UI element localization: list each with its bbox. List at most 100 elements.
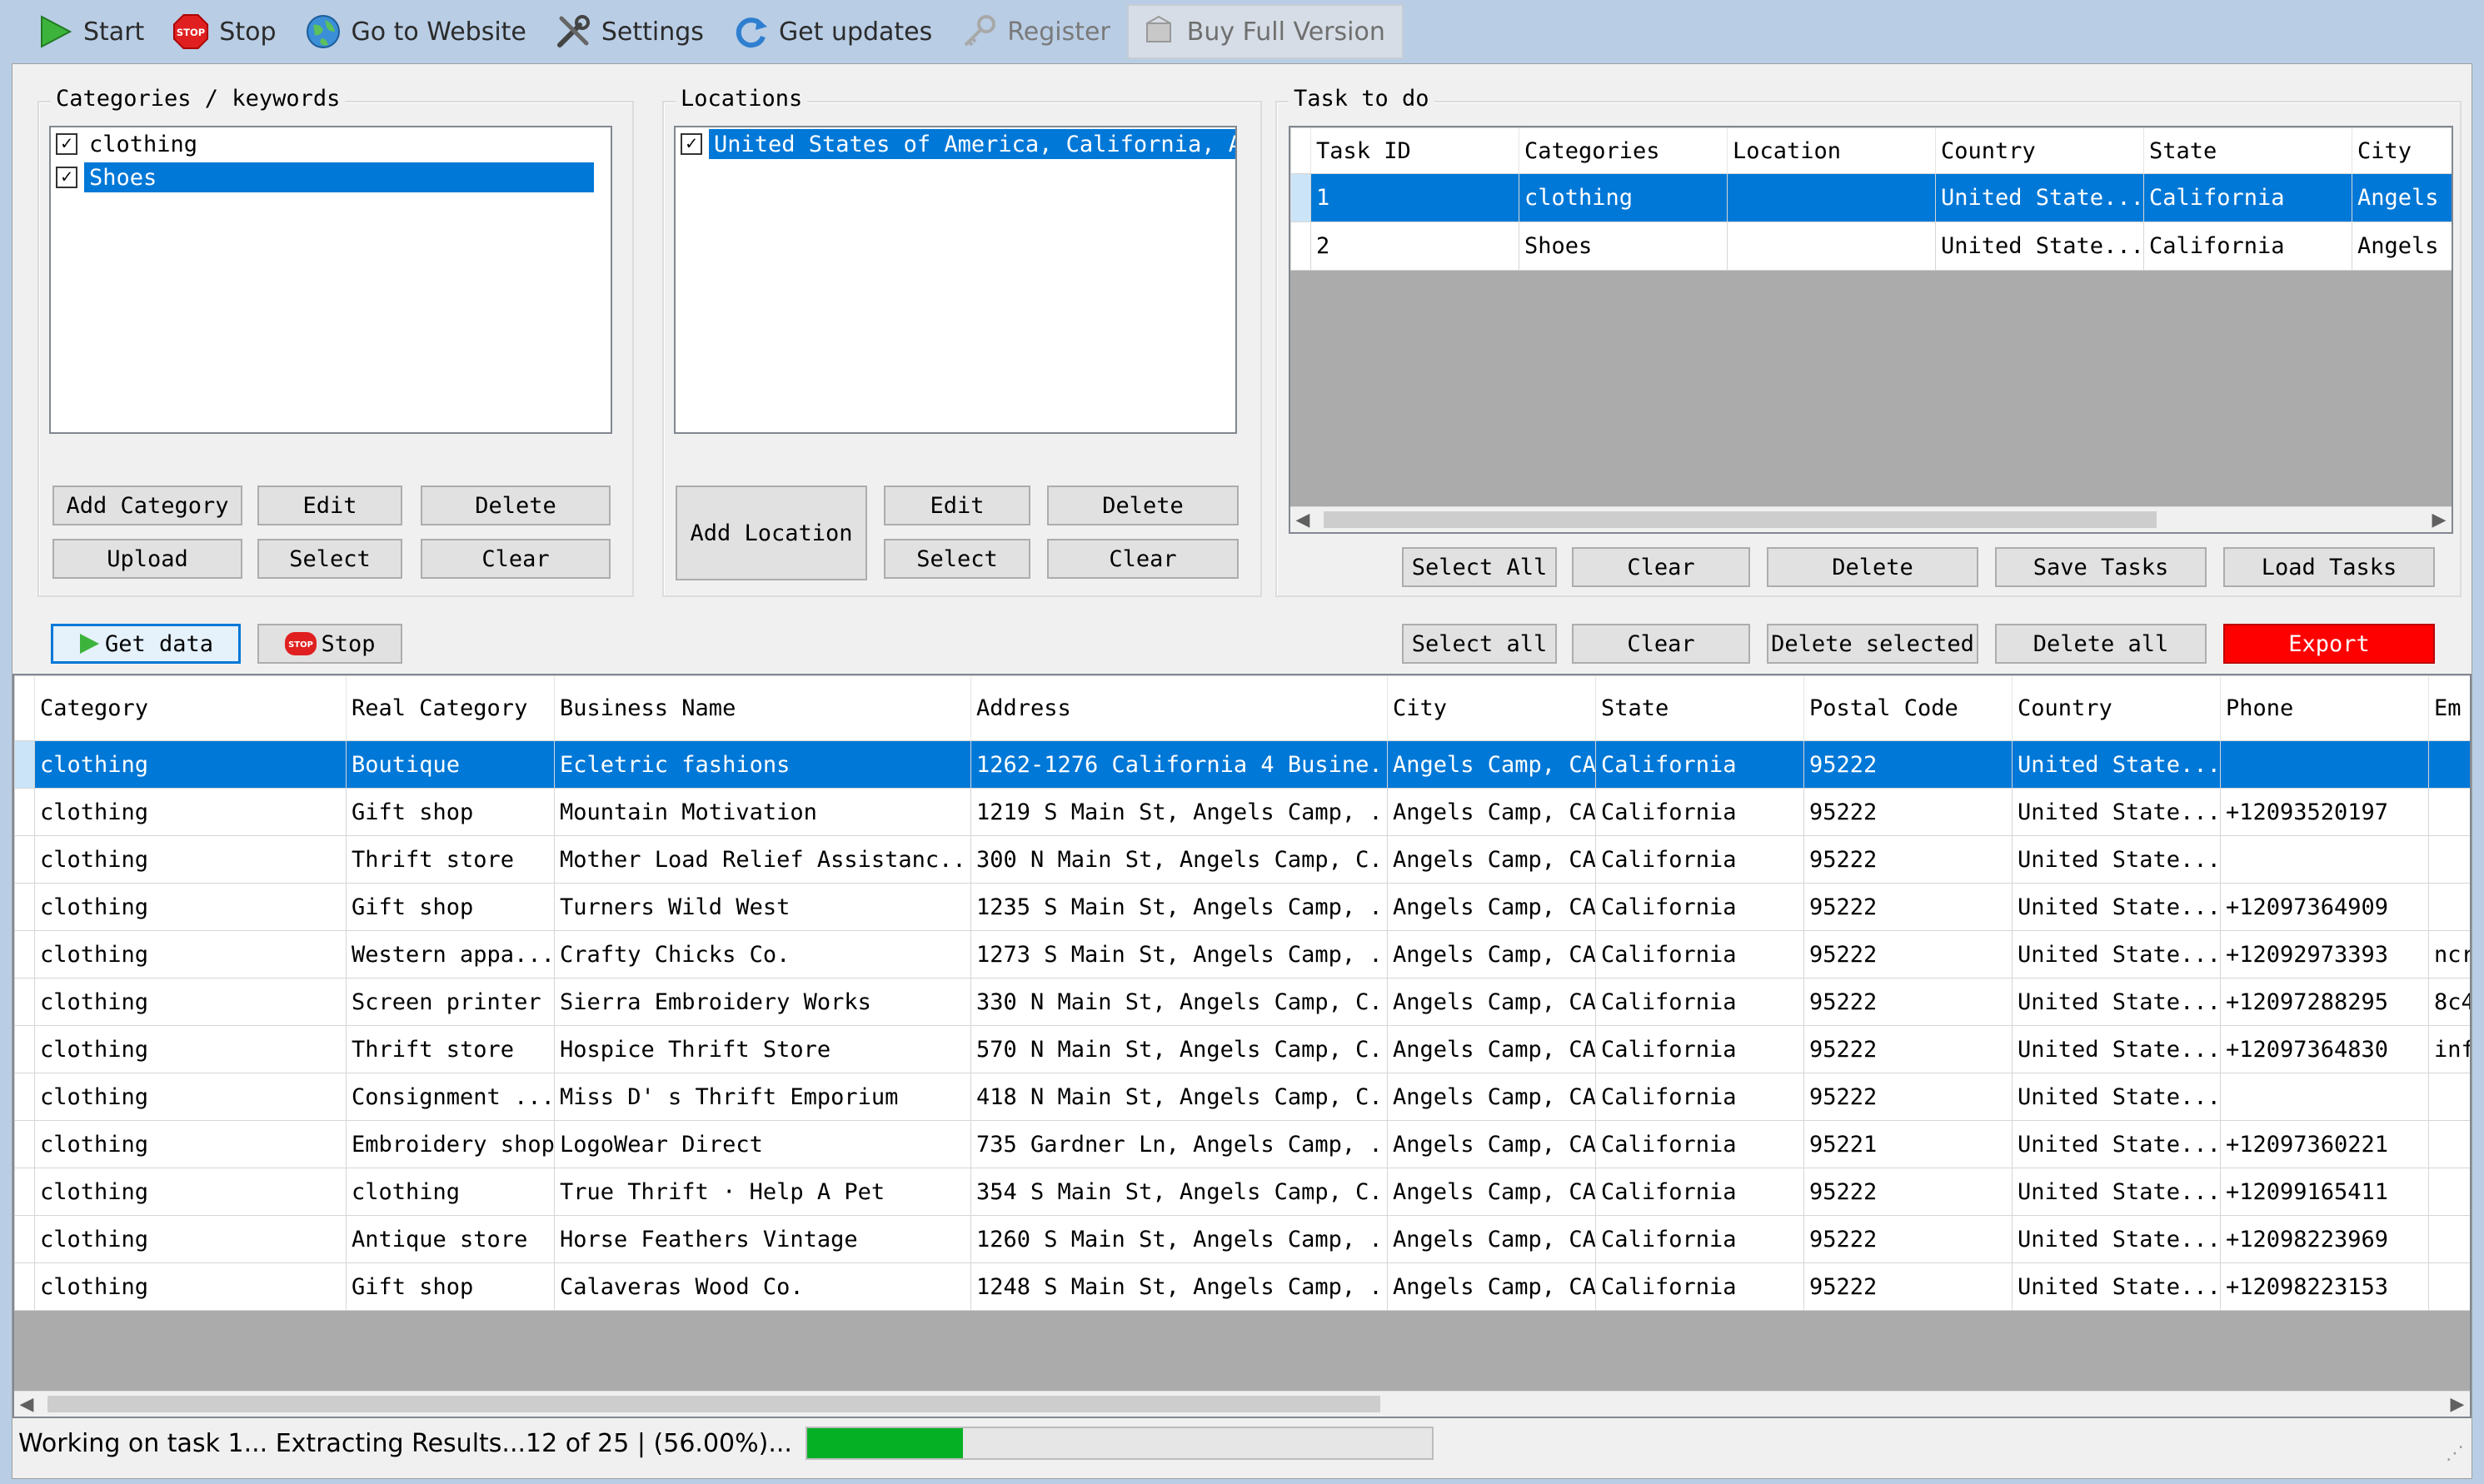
results-horizontal-scrollbar[interactable]: ◀ ▶ [14,1391,2470,1417]
result-cell[interactable] [2428,835,2470,884]
result-cell[interactable]: clothing [34,788,347,836]
resize-grip-icon[interactable]: ⋰ [2446,1443,2464,1464]
result-cell[interactable]: Ecletric fashions [554,740,971,789]
result-cell[interactable] [2220,740,2429,789]
select-all-tasks-button[interactable]: Select All [1402,547,1557,587]
row-header[interactable] [14,788,35,836]
row-header[interactable] [14,930,35,979]
row-header[interactable] [14,1025,35,1073]
result-cell[interactable]: Angels Camp, CA [1387,1215,1596,1263]
column-header[interactable]: Task ID [1310,127,1519,174]
result-cell[interactable]: United State... [2012,1120,2221,1168]
register-button[interactable]: Register [949,6,1127,57]
get-data-button[interactable]: Get data [51,624,241,664]
result-row[interactable]: clothing Gift shop Mountain Motivation 1219… [14,788,2470,836]
result-cell[interactable]: California [1595,740,1804,789]
checkbox-checked-icon[interactable]: ✓ [56,133,77,155]
row-header[interactable] [14,1120,35,1168]
result-row[interactable]: clothing Gift shop Calaveras Wood Co. 1248 … [14,1262,2470,1311]
result-cell[interactable]: 1273 S Main St, Angels Camp, ... [970,930,1388,979]
export-button[interactable]: Export [2223,624,2435,664]
add-category-button[interactable]: Add Category [52,486,242,525]
column-header[interactable]: Country [2012,675,2221,741]
result-cell[interactable]: clothing [34,1262,347,1311]
result-cell[interactable]: 570 N Main St, Angels Camp, C... [970,1025,1388,1073]
tasks-grid[interactable]: Task ID Categories Location Country Stat… [1289,126,2453,534]
delete-selected-button[interactable]: Delete selected [1767,624,1978,664]
result-cell[interactable]: +12097364830 [2220,1025,2429,1073]
result-cell[interactable]: Gift shop [346,883,555,931]
result-cell[interactable] [2428,1073,2470,1121]
result-cell[interactable] [2428,1262,2470,1311]
result-cell[interactable]: Angels Camp, CA [1387,740,1596,789]
column-header[interactable]: State [1595,675,1804,741]
result-cell[interactable]: 1235 S Main St, Angels Camp, ... [970,883,1388,931]
result-cell[interactable]: 95222 [1803,740,2013,789]
result-cell[interactable]: 1248 S Main St, Angels Camp, ... [970,1262,1388,1311]
result-cell[interactable]: 1260 S Main St, Angels Camp, ... [970,1215,1388,1263]
location-item[interactable]: ✓ United States of America, California, … [676,127,1235,161]
result-cell[interactable]: clothing [346,1168,555,1216]
result-cell[interactable]: +12092973393 [2220,930,2429,979]
result-cell[interactable]: Angels Camp, CA [1387,1262,1596,1311]
result-cell[interactable]: +12098223969 [2220,1215,2429,1263]
task-cell[interactable]: California [2143,173,2352,222]
result-cell[interactable] [2428,788,2470,836]
result-row[interactable]: clothing Thrift store Mother Load Relief A… [14,835,2470,884]
result-cell[interactable]: Angels Camp, CA [1387,1120,1596,1168]
settings-button[interactable]: Settings [543,6,721,57]
column-header[interactable]: State [2143,127,2352,174]
result-cell[interactable]: Angels Camp, CA [1387,835,1596,884]
result-cell[interactable]: California [1595,930,1804,979]
result-cell[interactable]: Calaveras Wood Co. [554,1262,971,1311]
task-row[interactable]: 1 clothing United State... California An… [1290,173,2452,222]
row-header[interactable] [14,1215,35,1263]
result-cell[interactable]: clothing [34,883,347,931]
result-cell[interactable]: California [1595,883,1804,931]
result-cell[interactable]: Consignment ... [346,1073,555,1121]
task-cell[interactable] [1727,173,1936,222]
task-cell[interactable]: clothing [1519,173,1728,222]
delete-location-button[interactable]: Delete [1047,486,1239,525]
column-header[interactable]: Categories [1519,127,1728,174]
task-cell[interactable]: Shoes [1519,222,1728,271]
result-cell[interactable]: 95221 [1803,1120,2013,1168]
result-cell[interactable]: Angels Camp, CA [1387,978,1596,1026]
result-cell[interactable]: Thrift store [346,1025,555,1073]
result-cell[interactable]: 300 N Main St, Angels Camp, C... [970,835,1388,884]
result-cell[interactable]: 95222 [1803,978,2013,1026]
result-cell[interactable] [2428,1215,2470,1263]
task-cell[interactable]: United State... [1935,222,2144,271]
result-cell[interactable]: clothing [34,740,347,789]
result-cell[interactable]: clothing [34,930,347,979]
result-cell[interactable]: 95222 [1803,788,2013,836]
upload-categories-button[interactable]: Upload [52,539,242,579]
delete-tasks-button[interactable]: Delete [1767,547,1978,587]
clear-tasks-button[interactable]: Clear [1572,547,1750,587]
result-cell[interactable] [2428,1120,2470,1168]
result-cell[interactable]: California [1595,1025,1804,1073]
result-cell[interactable]: Angels Camp, CA [1387,1073,1596,1121]
categories-listbox[interactable]: ✓ clothing ✓ Shoes [49,126,612,434]
result-cell[interactable]: Miss D' s Thrift Emporium [554,1073,971,1121]
result-cell[interactable]: United State... [2012,930,2221,979]
clear-locations-button[interactable]: Clear [1047,539,1239,579]
result-cell[interactable]: Hospice Thrift Store [554,1025,971,1073]
result-cell[interactable]: Thrift store [346,835,555,884]
result-row[interactable]: clothing Embroidery shop LogoWear Direct 73… [14,1120,2470,1168]
result-cell[interactable]: United State... [2012,978,2221,1026]
buy-full-version-button[interactable]: Buy Full Version [1126,4,1404,59]
result-cell[interactable]: United State... [2012,788,2221,836]
result-cell[interactable]: ncr [2428,930,2470,979]
column-header[interactable]: Phone [2220,675,2429,741]
scroll-thumb[interactable] [1324,511,2157,528]
result-cell[interactable]: clothing [34,1025,347,1073]
result-cell[interactable]: clothing [34,1073,347,1121]
task-cell[interactable]: Angels [2352,222,2452,271]
result-cell[interactable]: 1262-1276 California 4 Busine... [970,740,1388,789]
column-header[interactable]: Em [2428,675,2470,741]
column-header[interactable]: Postal Code [1803,675,2013,741]
checkbox-checked-icon[interactable]: ✓ [56,167,77,188]
result-cell[interactable]: Angels Camp, CA [1387,930,1596,979]
load-tasks-button[interactable]: Load Tasks [2223,547,2435,587]
